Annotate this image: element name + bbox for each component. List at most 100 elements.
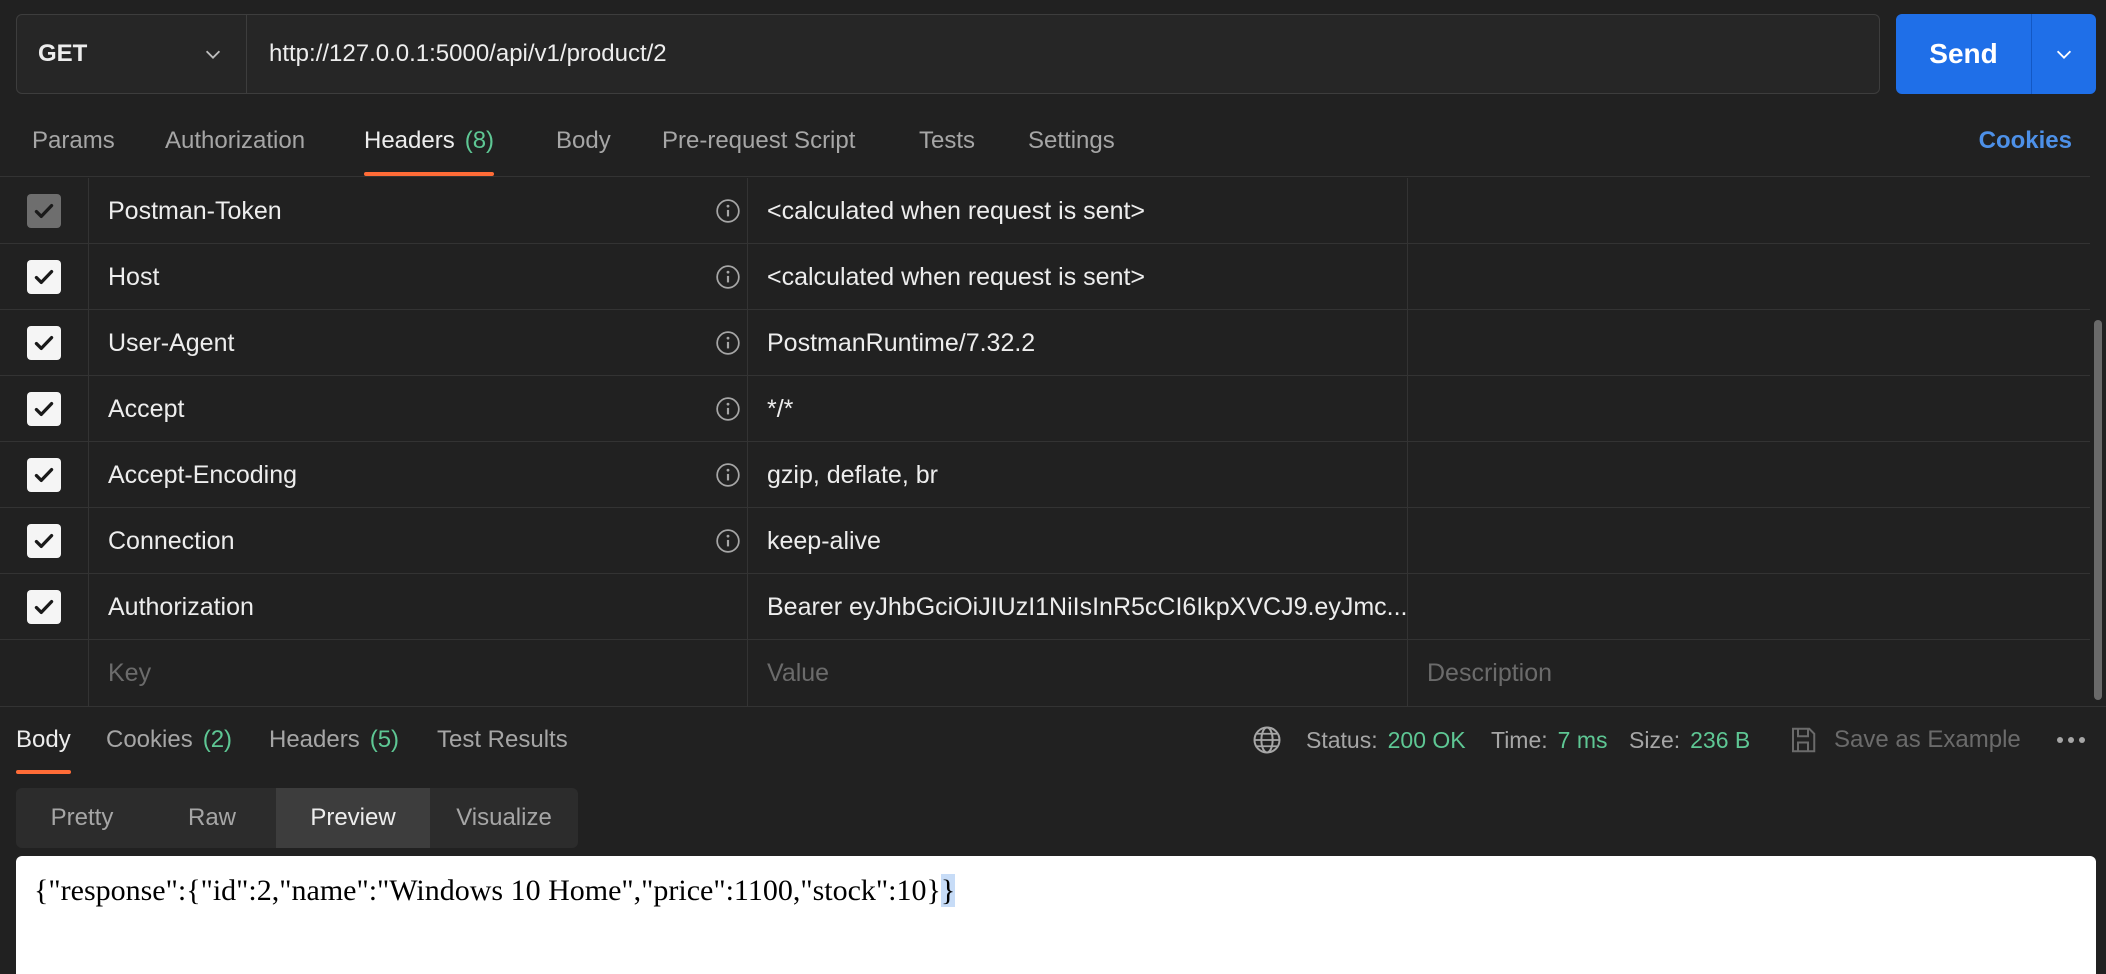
row-check-cell xyxy=(0,640,89,706)
table-row: Host <calculated when request is sent> xyxy=(0,244,2090,310)
more-options-icon[interactable] xyxy=(2056,708,2086,772)
header-description-field[interactable] xyxy=(1408,244,2090,310)
view-raw[interactable]: Raw xyxy=(148,788,276,848)
size-info[interactable]: Size: 236 B xyxy=(1629,708,1750,772)
header-key: User-Agent xyxy=(108,328,235,357)
header-value-field[interactable]: PostmanRuntime/7.32.2 xyxy=(748,310,1408,376)
header-key: Connection xyxy=(108,526,235,555)
method-select[interactable]: GET xyxy=(17,15,247,93)
response-tab-cookies[interactable]: Cookies (2) xyxy=(106,708,232,772)
row-checkbox[interactable] xyxy=(27,194,61,228)
divider xyxy=(0,176,2090,177)
header-value-field[interactable]: <calculated when request is sent> xyxy=(748,244,1408,310)
key-input[interactable]: Key xyxy=(89,640,748,706)
headers-table: Postman-Token <calculated when request is… xyxy=(0,178,2090,706)
info-icon[interactable] xyxy=(715,462,741,488)
tab-authorization[interactable]: Authorization xyxy=(165,108,305,174)
tab-settings[interactable]: Settings xyxy=(1028,108,1115,174)
info-icon[interactable] xyxy=(715,330,741,356)
tab-headers[interactable]: Headers (8) xyxy=(364,108,495,176)
info-icon[interactable] xyxy=(715,528,741,554)
selected-text: } xyxy=(940,874,956,907)
header-description-field[interactable] xyxy=(1408,178,2090,244)
globe-icon[interactable] xyxy=(1252,708,1282,772)
chevron-down-icon xyxy=(205,50,221,59)
header-value: gzip, deflate, br xyxy=(767,460,938,489)
view-visualize[interactable]: Visualize xyxy=(430,788,578,848)
header-key-field[interactable]: Host xyxy=(89,244,748,310)
header-value: PostmanRuntime/7.32.2 xyxy=(767,328,1036,357)
request-tabs: Params Authorization Headers (8) Body Pre… xyxy=(0,108,2106,176)
header-description-field[interactable] xyxy=(1408,376,2090,442)
headers-count: (8) xyxy=(464,127,495,154)
tab-pre-request-script[interactable]: Pre-request Script xyxy=(662,108,855,174)
header-description-field[interactable] xyxy=(1408,508,2090,574)
row-check-cell xyxy=(0,508,89,574)
send-button[interactable]: Send xyxy=(1896,14,2032,94)
row-checkbox[interactable] xyxy=(27,458,61,492)
row-checkbox[interactable] xyxy=(27,326,61,360)
scrollbar[interactable] xyxy=(2094,320,2102,700)
header-description-field[interactable] xyxy=(1408,574,2090,640)
response-tab-headers[interactable]: Headers (5) xyxy=(269,708,399,772)
chevron-down-icon xyxy=(2056,50,2072,59)
response-preview[interactable]: {"response":{"id":2,"name":"Windows 10 H… xyxy=(16,856,2096,974)
header-description-field[interactable] xyxy=(1408,310,2090,376)
header-value-field[interactable]: <calculated when request is sent> xyxy=(748,178,1408,244)
row-checkbox[interactable] xyxy=(27,590,61,624)
cookies-link[interactable]: Cookies xyxy=(1979,108,2072,174)
row-checkbox[interactable] xyxy=(27,392,61,426)
save-as-example-button[interactable]: Save as Example xyxy=(1788,708,2021,772)
new-header-row: Key Value Description xyxy=(0,640,2090,706)
row-check-cell xyxy=(0,310,89,376)
tab-body[interactable]: Body xyxy=(556,108,611,174)
header-value: keep-alive xyxy=(767,526,881,555)
row-check-cell xyxy=(0,442,89,508)
row-checkbox[interactable] xyxy=(27,524,61,558)
header-key-field[interactable]: Postman-Token xyxy=(89,178,748,244)
value-input[interactable]: Value xyxy=(748,640,1408,706)
view-pretty[interactable]: Pretty xyxy=(16,788,148,848)
header-key-field[interactable]: Accept xyxy=(89,376,748,442)
header-value: */* xyxy=(767,394,794,423)
description-input[interactable]: Description xyxy=(1408,640,2090,706)
header-key: Host xyxy=(108,262,160,291)
status-info[interactable]: Status: 200 OK xyxy=(1306,708,1466,772)
row-check-cell xyxy=(0,178,89,244)
header-value-field[interactable]: */* xyxy=(748,376,1408,442)
header-value: <calculated when request is sent> xyxy=(767,196,1146,225)
response-tab-test-results[interactable]: Test Results xyxy=(437,708,568,772)
time-info[interactable]: Time: 7 ms xyxy=(1491,708,1608,772)
table-row: Authorization Bearer eyJhbGciOiJIUzI1NiIs… xyxy=(0,574,2090,640)
info-icon[interactable] xyxy=(715,396,741,422)
header-key-field[interactable]: Authorization xyxy=(89,574,748,640)
view-preview[interactable]: Preview xyxy=(276,788,430,848)
header-key: Postman-Token xyxy=(108,196,282,225)
response-tab-body[interactable]: Body xyxy=(16,708,71,774)
table-row: Postman-Token <calculated when request is… xyxy=(0,178,2090,244)
header-key-field[interactable]: Accept-Encoding xyxy=(89,442,748,508)
header-value: Bearer eyJhbGciOiJIUzI1NiIsInR5cCI6IkpXV… xyxy=(767,592,1408,621)
header-key: Accept xyxy=(108,394,185,423)
time-value: 7 ms xyxy=(1557,726,1608,753)
row-checkbox[interactable] xyxy=(27,260,61,294)
header-key: Authorization xyxy=(108,592,254,621)
send-button-group: Send xyxy=(1896,14,2096,94)
header-value-field[interactable]: Bearer eyJhbGciOiJIUzI1NiIsInR5cCI6IkpXV… xyxy=(748,574,1408,640)
header-key-field[interactable]: Connection xyxy=(89,508,748,574)
info-icon[interactable] xyxy=(715,198,741,224)
size-value: 236 B xyxy=(1690,726,1751,753)
save-icon xyxy=(1792,727,1816,753)
url-input[interactable]: http://127.0.0.1:5000/api/v1/product/2 xyxy=(247,15,1879,93)
header-key-field[interactable]: User-Agent xyxy=(89,310,748,376)
header-description-field[interactable] xyxy=(1408,442,2090,508)
send-options-button[interactable] xyxy=(2032,14,2096,94)
tab-params[interactable]: Params xyxy=(32,108,115,174)
table-row: Connection keep-alive xyxy=(0,508,2090,574)
status-value: 200 OK xyxy=(1387,726,1466,753)
tab-tests[interactable]: Tests xyxy=(919,108,975,174)
header-value-field[interactable]: gzip, deflate, br xyxy=(748,442,1408,508)
row-check-cell xyxy=(0,244,89,310)
header-value-field[interactable]: keep-alive xyxy=(748,508,1408,574)
info-icon[interactable] xyxy=(715,264,741,290)
